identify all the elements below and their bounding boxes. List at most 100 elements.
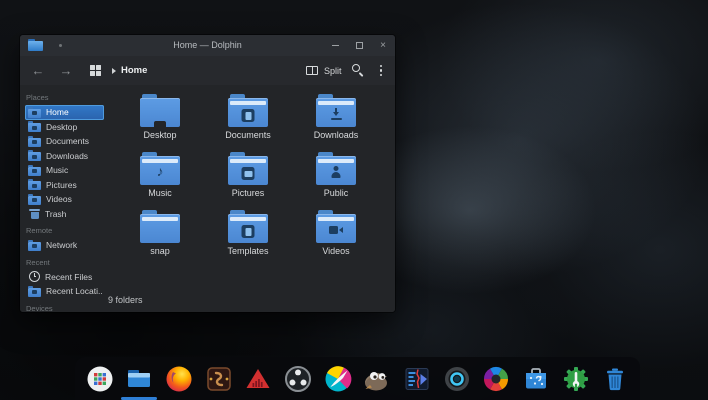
places-panel: Places Home Desktop Documents Downloads … xyxy=(20,85,112,312)
dock-app-obs[interactable] xyxy=(283,364,313,394)
dock-app-photo-aperture[interactable] xyxy=(481,364,511,394)
close-button[interactable]: × xyxy=(377,40,389,52)
window-controls: × xyxy=(329,35,389,56)
settings-gear-wrench-icon xyxy=(563,366,588,391)
sidebar-item-downloads[interactable]: Downloads xyxy=(25,149,104,164)
sidebar-item-music[interactable]: Music xyxy=(25,163,104,178)
gimp-icon xyxy=(365,371,388,390)
sidebar-item-pictures[interactable]: Pictures xyxy=(25,178,104,193)
view-mode-icon[interactable] xyxy=(90,65,101,76)
sidebar-item-recent-locations[interactable]: Recent Locati... xyxy=(25,284,104,299)
split-button[interactable]: Split xyxy=(306,56,342,85)
desktop: { "window": { "title": "Home — Dolphin",… xyxy=(0,0,708,400)
folder-icon-documents xyxy=(228,94,268,127)
folder-icon-videos xyxy=(316,210,356,243)
dock-app-file-manager[interactable] xyxy=(121,364,158,400)
file-item-music[interactable]: ♪ Music xyxy=(116,149,204,207)
folder-icon xyxy=(28,193,41,205)
menu-kebab-icon[interactable] xyxy=(375,64,387,77)
dock-app-krita[interactable] xyxy=(323,364,353,394)
section-header-devices: Devices xyxy=(26,303,53,313)
file-manager-icon xyxy=(128,369,151,387)
folder-icon xyxy=(28,106,41,118)
sidebar-item-documents[interactable]: Documents xyxy=(25,134,104,149)
section-header-remote: Remote xyxy=(26,226,53,235)
aperture-pinwheel-icon xyxy=(484,366,509,391)
file-grid: Desktop Documents Downloads ♪ Music Pict… xyxy=(116,91,380,265)
dock-app-launcher[interactable] xyxy=(85,364,115,394)
search-button[interactable] xyxy=(352,64,365,77)
sidebar-item-videos[interactable]: Videos xyxy=(25,192,104,207)
firefox-icon xyxy=(166,366,192,391)
red-triangle-audio-icon xyxy=(246,368,270,388)
file-item-videos[interactable]: Videos xyxy=(292,207,380,265)
network-folder-icon xyxy=(28,239,41,251)
breadcrumb[interactable]: Home xyxy=(112,56,147,85)
sidebar-item-network[interactable]: Network xyxy=(25,238,104,253)
dock-app-discover[interactable] xyxy=(521,364,551,394)
statusbar-text: 9 folders xyxy=(108,295,143,305)
file-item-documents[interactable]: Documents xyxy=(204,91,292,149)
dock-app-ardour[interactable] xyxy=(204,364,234,394)
dock-app-video-editor[interactable] xyxy=(402,364,432,394)
dock-app-settings[interactable] xyxy=(561,364,591,394)
sidebar-item-recent-files[interactable]: Recent Files xyxy=(25,270,104,285)
folder-icon-desktop xyxy=(140,94,180,127)
waveform-editor-icon xyxy=(405,367,429,390)
app-grid-icon xyxy=(87,366,113,391)
trash-can-icon xyxy=(607,368,624,390)
obs-studio-icon xyxy=(284,365,311,392)
download-emblem-icon xyxy=(330,108,342,122)
folder-icon-pictures xyxy=(228,152,268,185)
discover-toolbox-icon xyxy=(525,367,546,388)
split-icon xyxy=(306,66,318,75)
folder-icon xyxy=(28,179,41,191)
clock-icon xyxy=(29,271,40,283)
dock-app-firefox[interactable] xyxy=(164,364,194,394)
document-emblem-icon xyxy=(241,109,255,122)
file-item-desktop[interactable]: Desktop xyxy=(116,91,204,149)
ardour-icon xyxy=(206,366,231,391)
user-emblem-icon xyxy=(331,166,342,179)
folder-icon xyxy=(28,285,41,297)
titlebar[interactable]: Home — Dolphin × xyxy=(20,35,395,56)
music-emblem-icon: ♪ xyxy=(156,163,164,179)
folder-icon-snap xyxy=(140,210,180,243)
file-item-public[interactable]: Public xyxy=(292,149,380,207)
minimize-button[interactable] xyxy=(329,40,341,52)
dock-app-audio-triangle[interactable] xyxy=(243,364,273,394)
krita-icon xyxy=(325,365,351,391)
camera-lens-icon xyxy=(444,366,469,391)
breadcrumb-label[interactable]: Home xyxy=(121,65,147,76)
section-header-places: Places xyxy=(26,93,49,102)
forward-button[interactable]: → xyxy=(56,56,76,85)
sidebar-item-desktop[interactable]: Desktop xyxy=(25,120,104,135)
dock-app-trash[interactable] xyxy=(600,364,630,394)
section-header-recent: Recent xyxy=(26,257,50,267)
folder-icon-music: ♪ xyxy=(140,152,180,185)
maximize-button[interactable] xyxy=(353,40,365,52)
folder-icon xyxy=(28,135,41,147)
breadcrumb-caret-icon xyxy=(112,67,116,74)
back-button[interactable]: ← xyxy=(28,56,48,85)
dolphin-window: Home — Dolphin × ← → Home Split Places H… xyxy=(20,35,395,312)
file-item-downloads[interactable]: Downloads xyxy=(292,91,380,149)
document-emblem-icon xyxy=(241,225,255,238)
file-item-snap[interactable]: snap xyxy=(116,207,204,265)
sidebar-item-trash[interactable]: Trash xyxy=(25,207,104,222)
folder-icon-templates xyxy=(228,210,268,243)
file-item-templates[interactable]: Templates xyxy=(204,207,292,265)
file-item-pictures[interactable]: Pictures xyxy=(204,149,292,207)
folder-icon xyxy=(28,150,41,162)
running-indicator xyxy=(121,396,158,400)
folder-icon xyxy=(28,121,41,133)
sidebar-item-home[interactable]: Home xyxy=(25,105,104,120)
toolbar: ← → Home Split xyxy=(20,56,395,85)
dock-app-gimp[interactable] xyxy=(362,364,392,394)
trash-icon xyxy=(29,208,40,220)
dock-app-camera-lens[interactable] xyxy=(442,364,472,394)
folder-icon-downloads xyxy=(316,94,356,127)
dock xyxy=(75,357,640,400)
video-emblem-icon xyxy=(329,226,343,234)
search-icon xyxy=(352,64,360,72)
